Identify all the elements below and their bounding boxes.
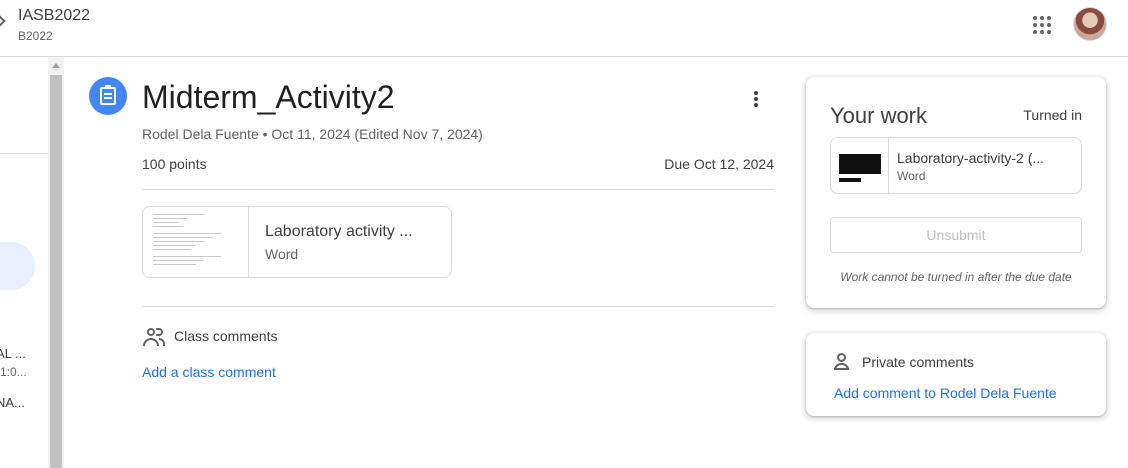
person-icon — [834, 353, 850, 371]
unsubmit-button[interactable]: Unsubmit — [830, 217, 1082, 253]
divider — [142, 189, 774, 190]
assignment-icon — [89, 77, 127, 115]
attachment-card[interactable]: Laboratory activity ... Word — [142, 206, 452, 278]
attachment-name: Laboratory activity ... — [265, 223, 413, 240]
class-section: B2022 — [18, 29, 53, 43]
more-options-icon[interactable] — [750, 89, 762, 109]
due-date: Due Oct 12, 2024 — [664, 156, 774, 172]
your-work-title: Your work — [830, 103, 928, 128]
nav-selected-item[interactable] — [0, 242, 35, 290]
file-thumbnail — [831, 138, 889, 193]
apps-grid-icon[interactable] — [1031, 14, 1053, 36]
assignment-points: 100 points — [142, 156, 207, 172]
back-arrow-icon[interactable] — [0, 15, 6, 27]
left-navigation: AL ... 1:0... NA... — [0, 57, 48, 468]
class-comments-label: Class comments — [174, 328, 278, 344]
submitted-file[interactable]: Laboratory-activity-2 (... Word — [830, 137, 1082, 194]
private-comments-label: Private comments — [862, 354, 975, 370]
your-work-card: Your work Turned in Laboratory-activity-… — [806, 77, 1106, 308]
nav-item-text[interactable]: AL ... — [0, 346, 26, 361]
attachment-type: Word — [265, 246, 299, 262]
add-class-comment-link[interactable]: Add a class comment — [142, 364, 276, 380]
scrollbar[interactable] — [48, 57, 64, 468]
nav-item-text[interactable]: NA... — [0, 395, 25, 410]
document-thumbnail — [143, 207, 249, 277]
avatar[interactable] — [1073, 7, 1107, 41]
assignment-main: Midterm_Activity2 Rodel Dela Fuente • Oc… — [64, 57, 794, 468]
nav-divider — [0, 153, 48, 154]
assignment-title: Midterm_Activity2 — [142, 79, 395, 115]
submitted-file-type: Word — [897, 169, 926, 183]
top-bar: IASB2022 B2022 — [0, 0, 1128, 57]
assignment-meta: Rodel Dela Fuente • Oct 11, 2024 (Edited… — [142, 126, 483, 142]
class-name[interactable]: IASB2022 — [18, 7, 90, 25]
scroll-up-icon[interactable] — [52, 63, 60, 68]
private-comments-card: Private comments Add comment to Rodel De… — [806, 333, 1106, 416]
add-private-comment-link[interactable]: Add comment to Rodel Dela Fuente — [834, 385, 1057, 401]
people-icon — [143, 327, 167, 347]
divider — [142, 306, 774, 307]
nav-item-subtext: 1:0... — [0, 365, 27, 379]
late-note: Work cannot be turned in after the due d… — [840, 270, 1072, 284]
submitted-file-name: Laboratory-activity-2 (... — [897, 150, 1045, 166]
status-badge: Turned in — [1023, 107, 1082, 123]
scrollbar-thumb[interactable] — [50, 75, 62, 468]
